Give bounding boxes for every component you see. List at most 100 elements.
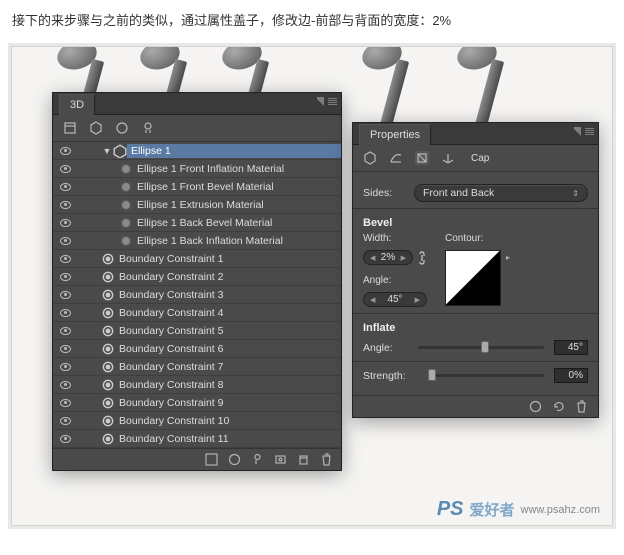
visibility-icon[interactable] [57, 399, 73, 407]
layer-label: Ellipse 1 Back Bevel Material [133, 217, 341, 229]
layer-label: Ellipse 1 [127, 144, 341, 158]
visibility-icon[interactable] [57, 201, 73, 209]
constraint-icon [101, 271, 115, 283]
inflate-angle-slider[interactable] [418, 346, 544, 349]
delete-icon[interactable] [575, 400, 588, 413]
props-body: Sides: Front and Back ⇕ Bevel Width: ◀ [353, 172, 598, 395]
layer-row[interactable]: Ellipse 1 Extrusion Material [53, 196, 341, 214]
inflate-angle-value[interactable]: 45° [554, 340, 588, 355]
width-stepper[interactable]: ◀ 2% ▶ [363, 250, 413, 265]
panel-properties: Properties Cap Sides: Front and Back [352, 122, 599, 418]
render-icon[interactable] [529, 400, 542, 413]
visibility-icon[interactable] [57, 417, 73, 425]
strength-slider[interactable] [428, 374, 544, 377]
mesh-icon[interactable] [363, 151, 377, 165]
layer-row[interactable]: Boundary Constraint 2 [53, 268, 341, 286]
visibility-icon[interactable] [57, 363, 73, 371]
footer-icon[interactable] [205, 453, 218, 466]
panel-3d-footer [53, 448, 341, 470]
layer-row[interactable]: Boundary Constraint 7 [53, 358, 341, 376]
render-icon[interactable] [274, 453, 287, 466]
filter-lights-icon[interactable] [141, 121, 155, 135]
sides-select[interactable]: Front and Back ⇕ [414, 184, 588, 202]
footer-icon[interactable] [228, 453, 241, 466]
panel-3d-toolbar [53, 115, 341, 142]
layer-row[interactable]: Boundary Constraint 4 [53, 304, 341, 322]
visibility-icon[interactable] [57, 255, 73, 263]
visibility-icon[interactable] [57, 219, 73, 227]
panel-props-tabbar: Properties [353, 123, 598, 145]
mat-icon [119, 199, 133, 211]
layer-row[interactable]: Boundary Constraint 1 [53, 250, 341, 268]
layer-label: Boundary Constraint 10 [115, 415, 341, 427]
strength-label: Strength: [363, 370, 418, 382]
strength-value[interactable]: 0% [554, 368, 588, 383]
layer-label: Boundary Constraint 4 [115, 307, 341, 319]
deform-icon[interactable] [389, 151, 403, 165]
visibility-icon[interactable] [57, 327, 73, 335]
layer-row[interactable]: Boundary Constraint 9 [53, 394, 341, 412]
constraint-icon [101, 343, 115, 355]
layer-row[interactable]: Boundary Constraint 6 [53, 340, 341, 358]
visibility-icon[interactable] [57, 291, 73, 299]
visibility-icon[interactable] [57, 165, 73, 173]
visibility-icon[interactable] [57, 309, 73, 317]
visibility-icon[interactable] [57, 147, 73, 155]
reset-icon[interactable] [552, 400, 565, 413]
layer-row[interactable]: Boundary Constraint 10 [53, 412, 341, 430]
panel-3d: 3D ▼ Ellipse 1 Ellipse 1 Front Inflation M… [52, 92, 342, 471]
visibility-icon[interactable] [57, 183, 73, 191]
new-icon[interactable] [297, 453, 310, 466]
collapse-icon[interactable] [572, 127, 581, 136]
constraint-icon [101, 289, 115, 301]
constraint-icon [101, 397, 115, 409]
angle-label: Angle: [363, 275, 427, 286]
sides-value: Front and Back [423, 187, 494, 199]
width-value: 2% [381, 252, 395, 263]
coordinates-icon[interactable] [441, 151, 455, 165]
layer-row[interactable]: Boundary Constraint 11 [53, 430, 341, 448]
layer-row[interactable]: Ellipse 1 Back Inflation Material [53, 232, 341, 250]
layer-row[interactable]: Ellipse 1 Front Bevel Material [53, 178, 341, 196]
layer-row[interactable]: ▼ Ellipse 1 [53, 142, 341, 160]
inflate-header: Inflate [363, 322, 588, 334]
filter-meshes-icon[interactable] [89, 121, 103, 135]
layer-row[interactable]: Ellipse 1 Back Bevel Material [53, 214, 341, 232]
layer-list[interactable]: ▼ Ellipse 1 Ellipse 1 Front Inflation Mate… [53, 142, 341, 448]
angle-value: 45° [387, 294, 402, 305]
mat-icon [119, 217, 133, 229]
tab-properties[interactable]: Properties [359, 124, 431, 145]
visibility-icon[interactable] [57, 273, 73, 281]
new-light-icon[interactable] [251, 453, 264, 466]
filter-scene-icon[interactable] [63, 121, 77, 135]
cap-icon[interactable] [415, 151, 429, 165]
layer-label: Boundary Constraint 1 [115, 253, 341, 265]
layer-row[interactable]: Ellipse 1 Front Inflation Material [53, 160, 341, 178]
layer-label: Ellipse 1 Back Inflation Material [133, 235, 341, 247]
visibility-icon[interactable] [57, 381, 73, 389]
visibility-icon[interactable] [57, 345, 73, 353]
contour-picker[interactable] [445, 250, 501, 306]
sides-label: Sides: [363, 187, 408, 199]
angle-stepper[interactable]: ◀ 45° ▶ [363, 292, 427, 307]
layer-label: Boundary Constraint 3 [115, 289, 341, 301]
chevron-updown-icon: ⇕ [572, 189, 579, 198]
bevel-header: Bevel [363, 217, 588, 229]
contour-open-icon[interactable]: ▸ [503, 250, 513, 264]
panel-menu-icon[interactable] [585, 127, 594, 136]
visibility-icon[interactable] [57, 237, 73, 245]
layer-row[interactable]: Boundary Constraint 5 [53, 322, 341, 340]
collapse-icon[interactable] [315, 97, 324, 106]
twist-icon[interactable]: ▼ [101, 146, 113, 156]
delete-icon[interactable] [320, 453, 333, 466]
chevron-right-icon: ▶ [415, 296, 420, 304]
panel-menu-icon[interactable] [328, 97, 337, 106]
layer-row[interactable]: Boundary Constraint 8 [53, 376, 341, 394]
filter-materials-icon[interactable] [115, 121, 129, 135]
layer-label: Boundary Constraint 11 [115, 433, 341, 445]
tab-3d[interactable]: 3D [59, 94, 95, 115]
constraint-icon [101, 307, 115, 319]
layer-row[interactable]: Boundary Constraint 3 [53, 286, 341, 304]
visibility-icon[interactable] [57, 435, 73, 443]
link-icon[interactable] [417, 251, 427, 265]
